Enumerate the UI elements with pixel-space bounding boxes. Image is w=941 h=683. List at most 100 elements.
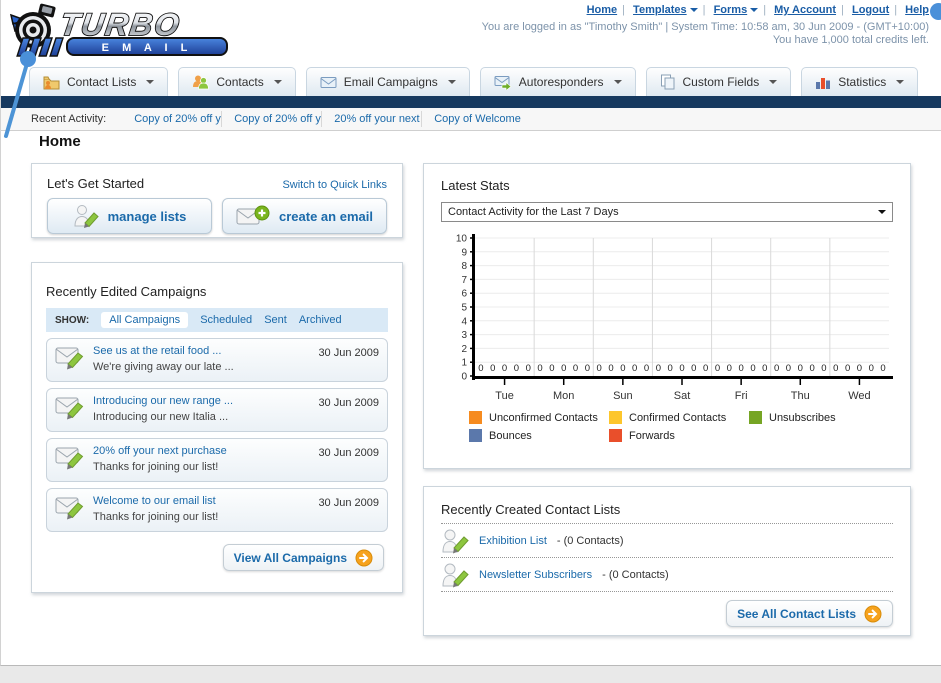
link-forms[interactable]: Forms [714,4,748,16]
filter-scheduled[interactable]: Scheduled [200,314,252,326]
y-tick-label: 8 [461,261,467,272]
arrow-right-icon [355,549,373,566]
tab-custom-fields[interactable]: Custom Fields [645,67,792,96]
data-label: 0 [869,363,874,374]
recent-activity-bar: Recent Activity: Copy of 20% off yc Copy… [1,108,941,131]
y-tick-label: 1 [461,358,467,369]
tab-label: Email Campaigns [343,75,438,89]
filter-archived[interactable]: Archived [299,314,342,326]
data-label: 0 [502,363,507,374]
latest-stats-title: Latest Stats [441,178,510,193]
campaigns-filter-strip: SHOW: All Campaigns Scheduled Sent Archi… [46,308,388,332]
campaign-title-link[interactable]: See us at the retail food ... [93,345,318,357]
legend-swatch [609,429,622,442]
campaign-subtitle: Thanks for joining our list! [93,461,219,473]
campaign-row[interactable]: Introducing our new range ... Introducin… [46,388,388,432]
create-email-label: create an email [279,208,373,224]
legend-item: Confirmed Contacts [609,411,749,424]
chevron-down-icon [273,80,282,84]
recent-activity-item[interactable]: Copy of 20% off yc [222,111,323,127]
turbo-email-logo: TURBO E M A I L [9,3,228,57]
tab-label: Contacts [216,75,264,89]
data-label: 0 [798,363,803,374]
link-home[interactable]: Home [587,4,618,16]
data-label: 0 [656,363,661,374]
data-label: 0 [691,363,696,374]
tab-autoresponders[interactable]: Autoresponders [479,67,636,96]
campaign-date: 30 Jun 2009 [318,397,379,409]
data-label: 0 [620,363,625,374]
recent-activity-item[interactable]: 20% off your next p [322,111,423,127]
legend-item: Unsubscribes [749,411,889,424]
data-label: 0 [679,363,684,374]
legend-label: Unsubscribes [769,411,836,424]
data-label: 0 [668,363,673,374]
autoresponders-icon [494,75,512,90]
tab-email-campaigns[interactable]: Email Campaigns [305,67,470,96]
link-my-account[interactable]: My Account [774,4,836,16]
contact-list-row[interactable]: Newsletter Subscribers - (0 Contacts) [441,558,893,592]
tab-label: Statistics [838,75,887,89]
data-label: 0 [727,363,732,374]
data-label: 0 [738,363,743,374]
y-tick-label: 9 [461,247,467,258]
filter-sent[interactable]: Sent [264,314,287,326]
data-label: 0 [537,363,542,374]
data-label: 0 [750,363,755,374]
recent-activity-item[interactable]: Copy of 20% off yc [122,111,223,127]
x-tick-label: Mon [553,390,574,402]
create-email-button[interactable]: create an email [222,198,387,234]
envelope-pencil-icon [55,497,84,520]
chevron-down-icon [613,80,622,84]
campaign-row[interactable]: See us at the retail food ... We're givi… [46,338,388,382]
x-axis [472,376,894,379]
stats-period-select[interactable]: Contact Activity for the Last 7 Days [441,202,893,222]
data-label: 0 [490,363,495,374]
manage-lists-button[interactable]: manage lists [47,198,212,234]
data-label: 0 [573,363,578,374]
data-label: 0 [549,363,554,374]
y-axis [472,234,475,380]
legend-label: Forwards [629,429,675,442]
y-tick-label: 6 [461,289,467,300]
contact-list-link[interactable]: Exhibition List [479,535,547,547]
x-tick-label: Thu [791,390,810,402]
view-all-campaigns-button[interactable]: View All Campaigns [222,544,384,571]
tab-label: Autoresponders [518,75,604,89]
legend-swatch [749,411,762,424]
campaign-row[interactable]: Welcome to our email list Thanks for joi… [46,488,388,532]
stats-period-value: Contact Activity for the Last 7 Days [448,206,619,218]
campaign-row[interactable]: 20% off your next purchase Thanks for jo… [46,438,388,482]
statistics-icon [816,77,831,89]
recent-campaigns-title: Recently Edited Campaigns [46,284,207,299]
logo-subtitle: E M A I L [102,42,193,54]
tab-statistics[interactable]: Statistics [801,67,919,96]
filter-all-campaigns[interactable]: All Campaigns [101,312,189,328]
campaign-date: 30 Jun 2009 [318,497,379,509]
tab-contacts[interactable]: Contacts [178,67,296,96]
recent-activity-item[interactable]: Copy of Welcome tc [422,111,522,127]
switch-quick-links[interactable]: Switch to Quick Links [282,179,387,191]
data-label: 0 [821,363,826,374]
campaign-title-link[interactable]: Introducing our new range ... [93,395,318,407]
data-label: 0 [809,363,814,374]
link-templates[interactable]: Templates [633,4,687,16]
data-label: 0 [786,363,791,374]
see-all-contact-lists-button[interactable]: See All Contact Lists [726,600,893,627]
data-label: 0 [514,363,519,374]
link-logout[interactable]: Logout [852,4,889,16]
tab-contact-lists[interactable]: Contact Lists [29,67,169,96]
contact-list-row[interactable]: Exhibition List - (0 Contacts) [441,524,893,558]
y-tick-label: 7 [461,275,467,286]
campaign-title-link[interactable]: Welcome to our email list [93,495,318,507]
contacts-icon [193,75,210,90]
corner-dot-decoration [930,3,941,20]
data-label: 0 [608,363,613,374]
envelope-plus-icon [236,205,270,225]
link-help[interactable]: Help [905,4,929,16]
chevron-down-icon [146,80,155,84]
latest-stats-panel: Latest Stats Contact Activity for the La… [423,163,911,469]
campaign-title-link[interactable]: 20% off your next purchase [93,445,318,457]
data-label: 0 [585,363,590,374]
contact-list-link[interactable]: Newsletter Subscribers [479,569,592,581]
